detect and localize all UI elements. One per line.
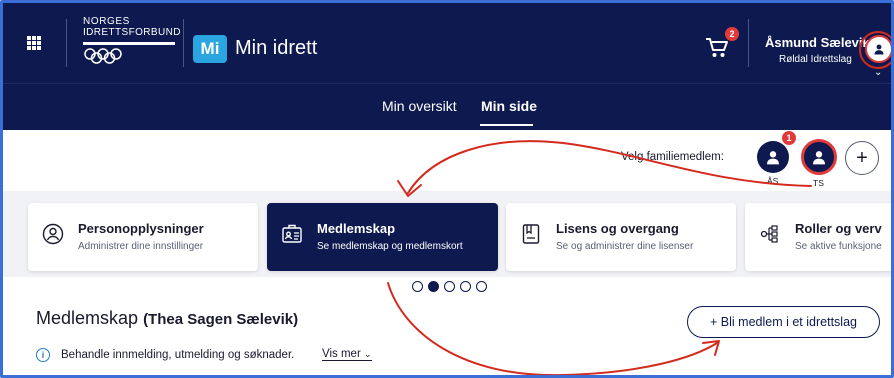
app-logo-badge[interactable]: Mi [193,35,227,63]
card-lisens-og-overgang[interactable]: Lisens og overgang Se og administrer din… [506,203,736,271]
family-notification-badge: 1 [782,131,796,145]
cart-count-badge: 2 [725,27,739,41]
header-divider [748,19,749,67]
olympic-rings-icon [84,48,122,64]
user-club: Røldal Idrettslag [779,54,852,65]
show-more-label: Vis mer [322,348,361,360]
family-member-initials: ÅS [767,176,779,186]
user-icon [874,44,884,55]
chevron-down-icon: ⌄ [363,349,372,359]
app-name[interactable]: Min idrett [235,37,317,60]
card-title: Lisens og overgang [556,221,679,236]
carousel-dot[interactable] [476,281,487,292]
carousel-dot[interactable] [412,281,423,292]
org-name-line1: NORGES [83,16,130,27]
card-title: Personopplysninger [78,221,204,236]
carousel-dot[interactable] [444,281,455,292]
tab-min-side[interactable]: Min side [481,98,537,114]
join-club-button[interactable]: + Bli medlem i et idrettslag [687,306,880,338]
add-family-member-button[interactable]: + [845,141,879,175]
app-window: NORGES IDRETTSFORBUND Mi Min idrett 2 Ås… [0,0,894,378]
card-subtitle: Se og administrer dine lisenser [556,241,694,252]
app-grid-icon[interactable] [27,36,41,50]
sub-navigation: Min oversikt Min side [3,83,891,130]
membership-card-icon [282,224,302,243]
annotation-arrow-to-button [387,282,718,375]
card-medlemskap[interactable]: Medlemskap Se medlemskap og medlemskort [267,203,498,271]
card-personopplysninger[interactable]: Personopplysninger Administrer dine inns… [28,203,258,271]
header-divider [183,19,184,67]
family-member-initials: TS [813,178,824,188]
user-icon [813,151,825,165]
card-title: Medlemskap [317,221,396,236]
annotation-arrowhead [702,340,720,356]
header-divider [66,19,67,67]
section-person-name: (Thea Sagen Sælevik) [143,311,299,328]
logo-bar [83,42,175,45]
carousel-pagination [412,281,487,292]
family-member-ts[interactable] [801,139,837,175]
card-roller-og-verv[interactable]: Roller og verv Se aktive funksjone [745,203,891,271]
family-selector-label: Velg familiemedlem: [621,151,724,163]
cart-icon[interactable] [705,37,729,59]
card-subtitle: Se aktive funksjone [795,241,882,252]
carousel-dot[interactable] [460,281,471,292]
chevron-down-icon[interactable]: ⌄ [874,67,882,78]
info-text: Behandle innmelding, utmelding og søknad… [61,349,295,361]
top-bar: NORGES IDRETTSFORBUND Mi Min idrett 2 Ås… [3,3,891,83]
license-document-icon [522,224,540,244]
org-name-line2: IDRETTSFORBUND [83,27,181,38]
card-title: Roller og verv [795,221,882,236]
active-tab-indicator [480,124,533,126]
card-subtitle: Se medlemskap og medlemskort [317,241,463,252]
section-title: Medlemskap (Thea Sagen Sælevik) [36,308,298,329]
user-avatar[interactable] [865,35,891,63]
card-subtitle: Administrer dine innstillinger [78,241,204,252]
nif-logo[interactable]: NORGES IDRETTSFORBUND [83,17,181,69]
annotation-arrow-to-card [407,140,812,194]
family-member-as[interactable] [757,141,789,173]
section-title-text: Medlemskap [36,308,139,328]
tab-min-oversikt[interactable]: Min oversikt [382,98,457,114]
info-icon: i [36,348,50,362]
person-circle-icon [42,223,64,245]
user-icon [767,151,779,165]
user-name[interactable]: Åsmund Sælevik [765,35,870,50]
roles-hierarchy-icon [760,225,778,243]
show-more-link[interactable]: Vis mer ⌄ [322,348,372,361]
carousel-dot-active[interactable] [428,281,439,292]
